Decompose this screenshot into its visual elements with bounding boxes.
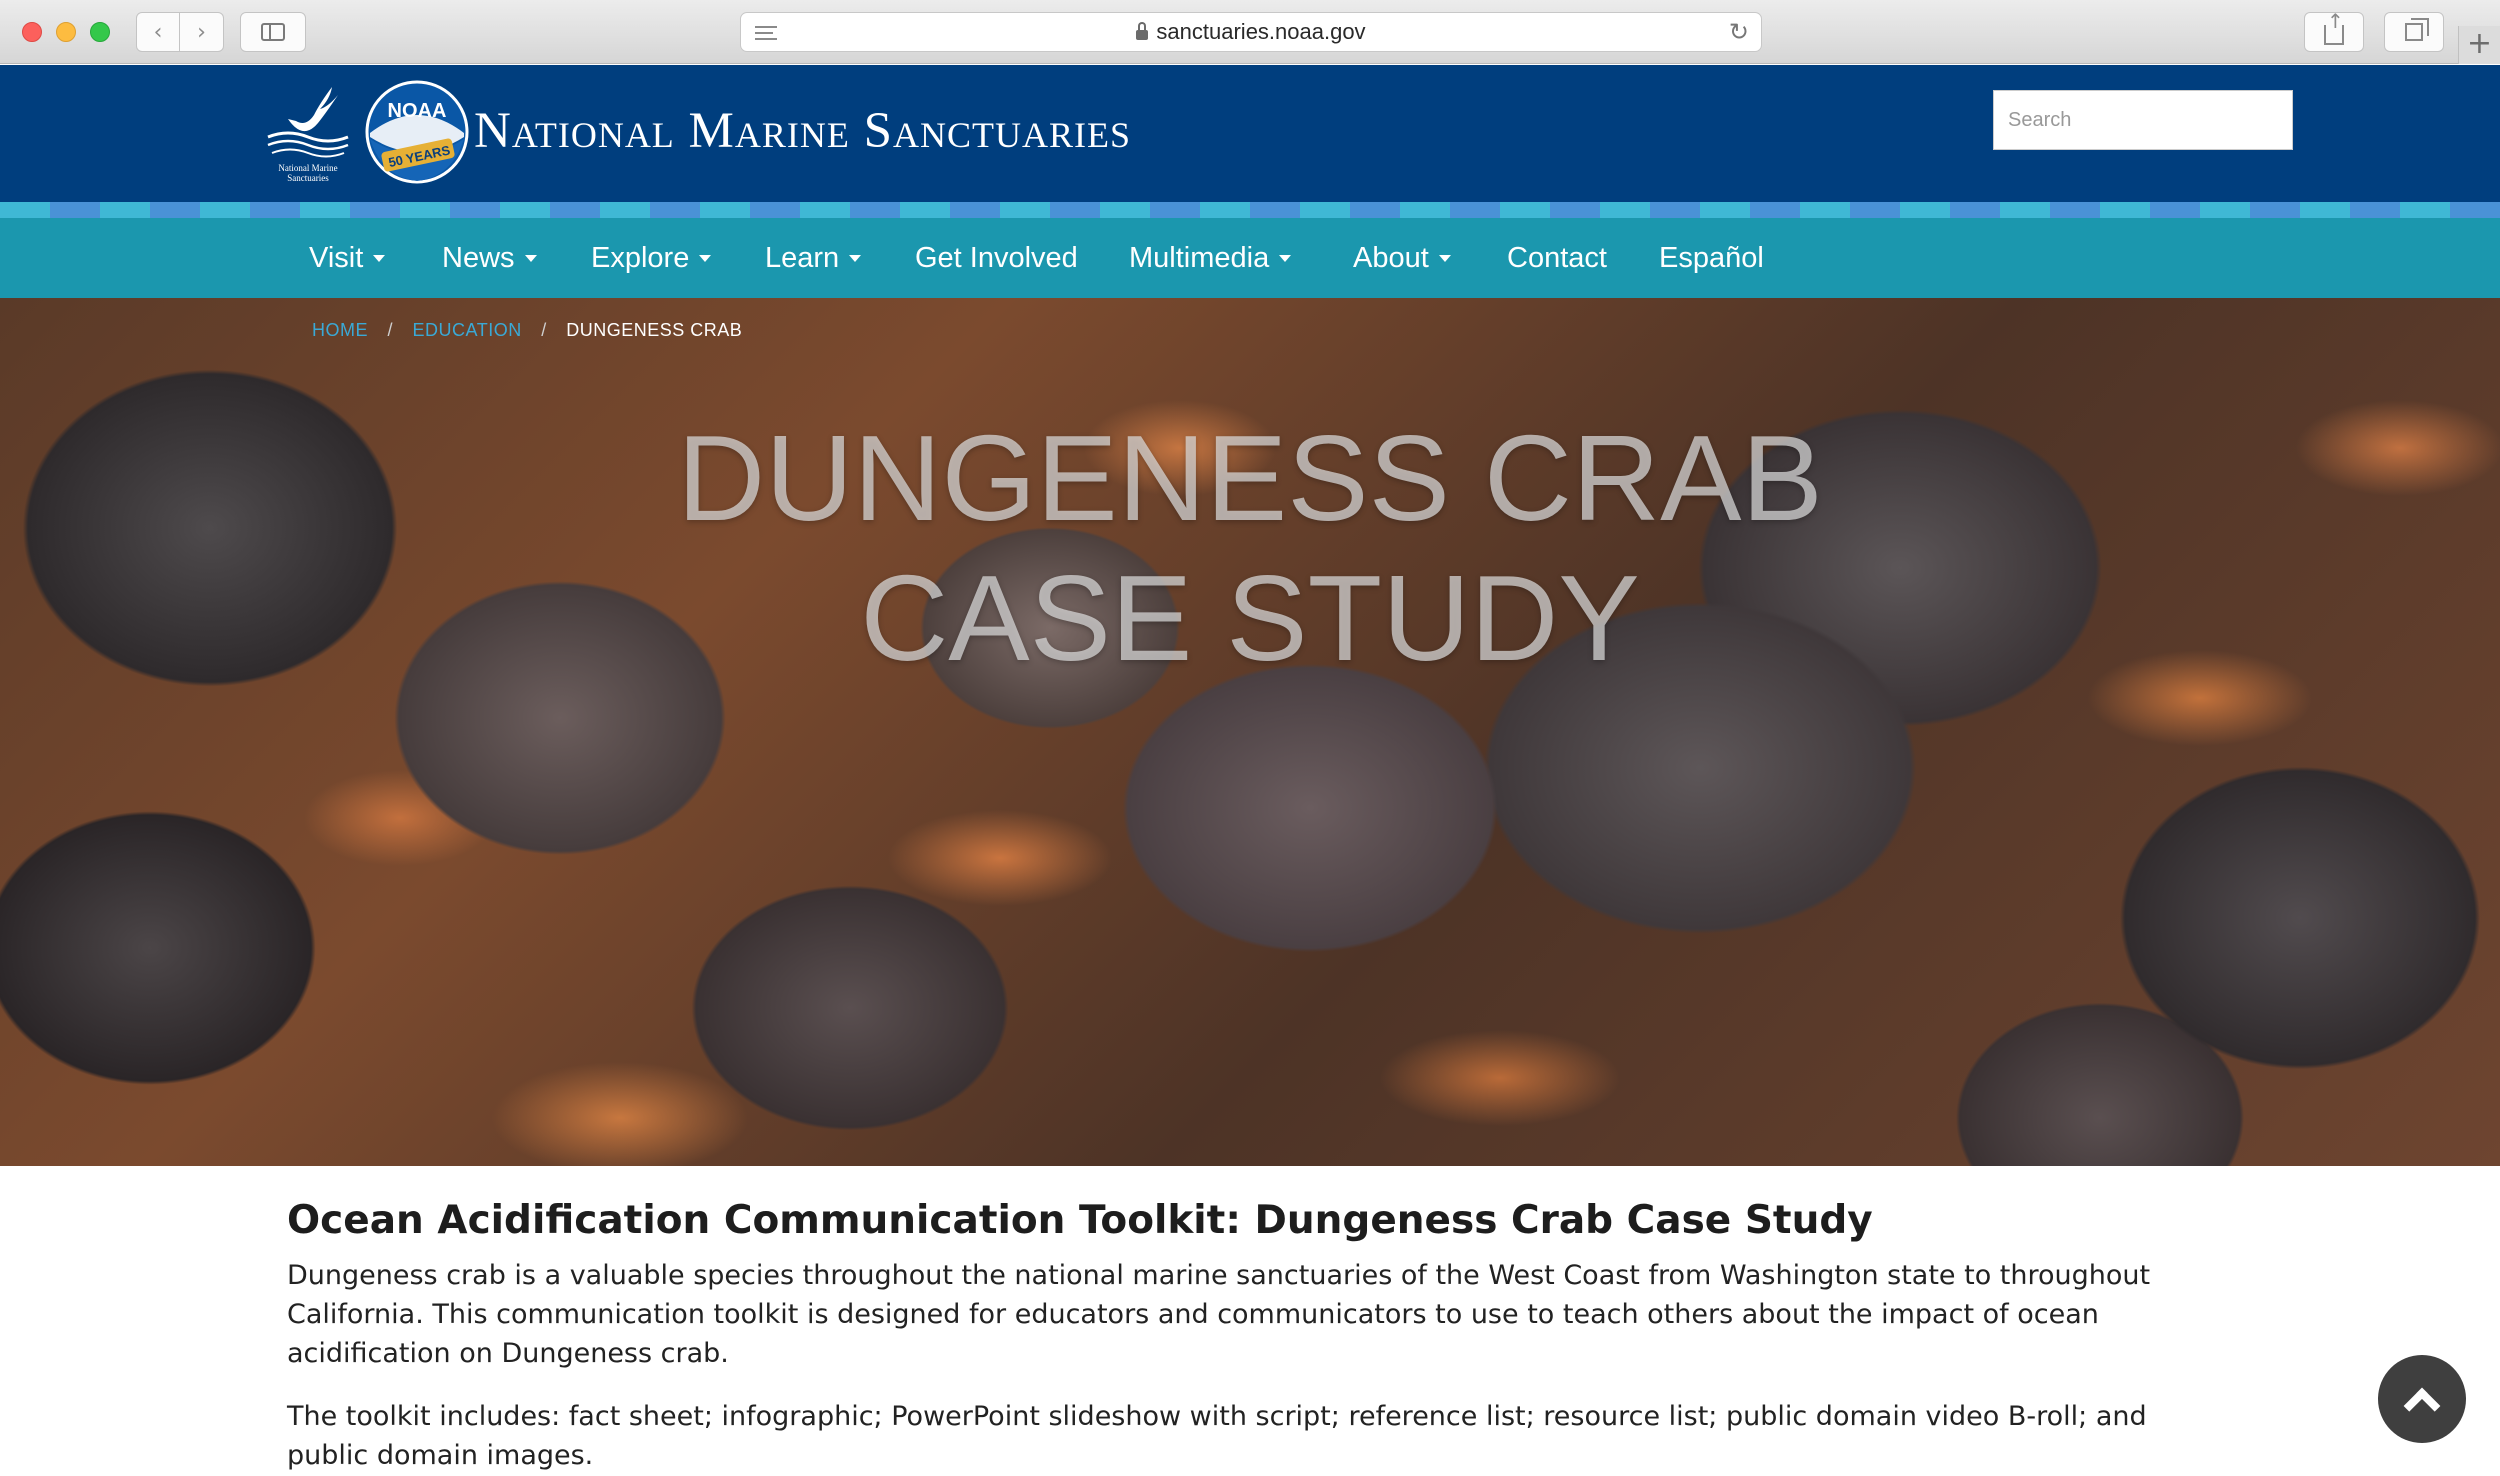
whale-logo-line2: Sanctuaries: [287, 173, 329, 183]
page-heading: Ocean Acidification Communication Toolki…: [287, 1198, 1873, 1243]
back-to-top-button[interactable]: [2378, 1355, 2466, 1443]
url-text: sanctuaries.noaa.gov: [1156, 19, 1366, 44]
nav-about[interactable]: About: [1353, 218, 1451, 298]
noaa-logo-text: NOAA: [388, 100, 447, 122]
nav-news[interactable]: News: [442, 218, 537, 298]
hero-title-line1: Dungeness Crab: [677, 410, 1823, 546]
main-nav: Visit News Explore Learn Get Involved Mu…: [0, 218, 2500, 298]
breadcrumb-education[interactable]: Education: [413, 320, 522, 340]
show-tabs-button[interactable]: [2384, 12, 2444, 52]
minimize-window-button[interactable]: [56, 22, 76, 42]
nav-learn[interactable]: Learn: [765, 218, 862, 298]
nav-multimedia[interactable]: Multimedia: [1129, 218, 1292, 298]
breadcrumb-separator: /: [387, 320, 394, 340]
caret-down-icon: [1279, 255, 1292, 262]
noaa-50-years-logo[interactable]: NOAA 50 YEARS: [362, 77, 472, 187]
new-tab-button[interactable]: +: [2458, 26, 2500, 64]
zoom-window-button[interactable]: [90, 22, 110, 42]
breadcrumb-current: Dungeness Crab: [566, 320, 743, 340]
hero-title-line2: Case Study: [860, 550, 1640, 686]
main-content: Ocean Acidification Communication Toolki…: [287, 1196, 2227, 1475]
whale-logo-line1: National Marine: [278, 163, 337, 173]
nav-explore[interactable]: Explore: [591, 218, 712, 298]
sidebar-icon: [261, 23, 285, 41]
site-title[interactable]: National Marine Sanctuaries: [474, 101, 1131, 161]
nav-get-involved[interactable]: Get Involved: [915, 218, 1078, 298]
hero-crab-image: Home / Education / Dungeness Crab Dungen…: [0, 298, 2500, 1166]
sidebar-toggle-button[interactable]: [240, 12, 306, 52]
site-header: National Marine Sanctuaries NOAA 50 YEAR…: [0, 65, 2500, 202]
caret-down-icon: [699, 255, 712, 262]
address-bar[interactable]: sanctuaries.noaa.gov ↻: [740, 12, 1762, 52]
breadcrumb: Home / Education / Dungeness Crab: [312, 320, 742, 341]
nav-visit[interactable]: Visit: [309, 218, 386, 298]
caret-down-icon: [373, 255, 386, 262]
nav-espanol[interactable]: Español: [1659, 218, 1764, 298]
close-window-button[interactable]: [22, 22, 42, 42]
sanctuaries-whale-logo[interactable]: National Marine Sanctuaries: [258, 79, 358, 189]
caret-down-icon: [524, 255, 537, 262]
browser-toolbar: ‹ › sanctuaries.noaa.gov ↻ +: [0, 0, 2500, 64]
nav-contact[interactable]: Contact: [1507, 218, 1607, 298]
chevron-right-icon: ›: [197, 19, 206, 45]
breadcrumb-separator: /: [541, 320, 547, 340]
forward-button[interactable]: ›: [180, 12, 224, 52]
hero-title: Dungeness Crab Case Study: [0, 408, 2500, 688]
share-button[interactable]: [2304, 9, 2364, 52]
chevron-up-icon: [2403, 1387, 2441, 1425]
share-icon: [2324, 9, 2344, 45]
toolkit-paragraph: The toolkit includes: fact sheet; infogr…: [287, 1401, 2147, 1471]
search-input[interactable]: [1993, 90, 2293, 150]
caret-down-icon: [1438, 255, 1451, 262]
back-button[interactable]: ‹: [136, 12, 180, 52]
caret-down-icon: [849, 255, 862, 262]
intro-paragraph: Dungeness crab is a valuable species thr…: [287, 1260, 2151, 1369]
tabs-icon: [2405, 18, 2429, 41]
reload-icon[interactable]: ↻: [1729, 18, 1749, 46]
decorative-stripe: [0, 202, 2500, 218]
chevron-left-icon: ‹: [153, 19, 163, 45]
breadcrumb-home[interactable]: Home: [312, 320, 368, 340]
lock-icon: [1136, 22, 1149, 40]
